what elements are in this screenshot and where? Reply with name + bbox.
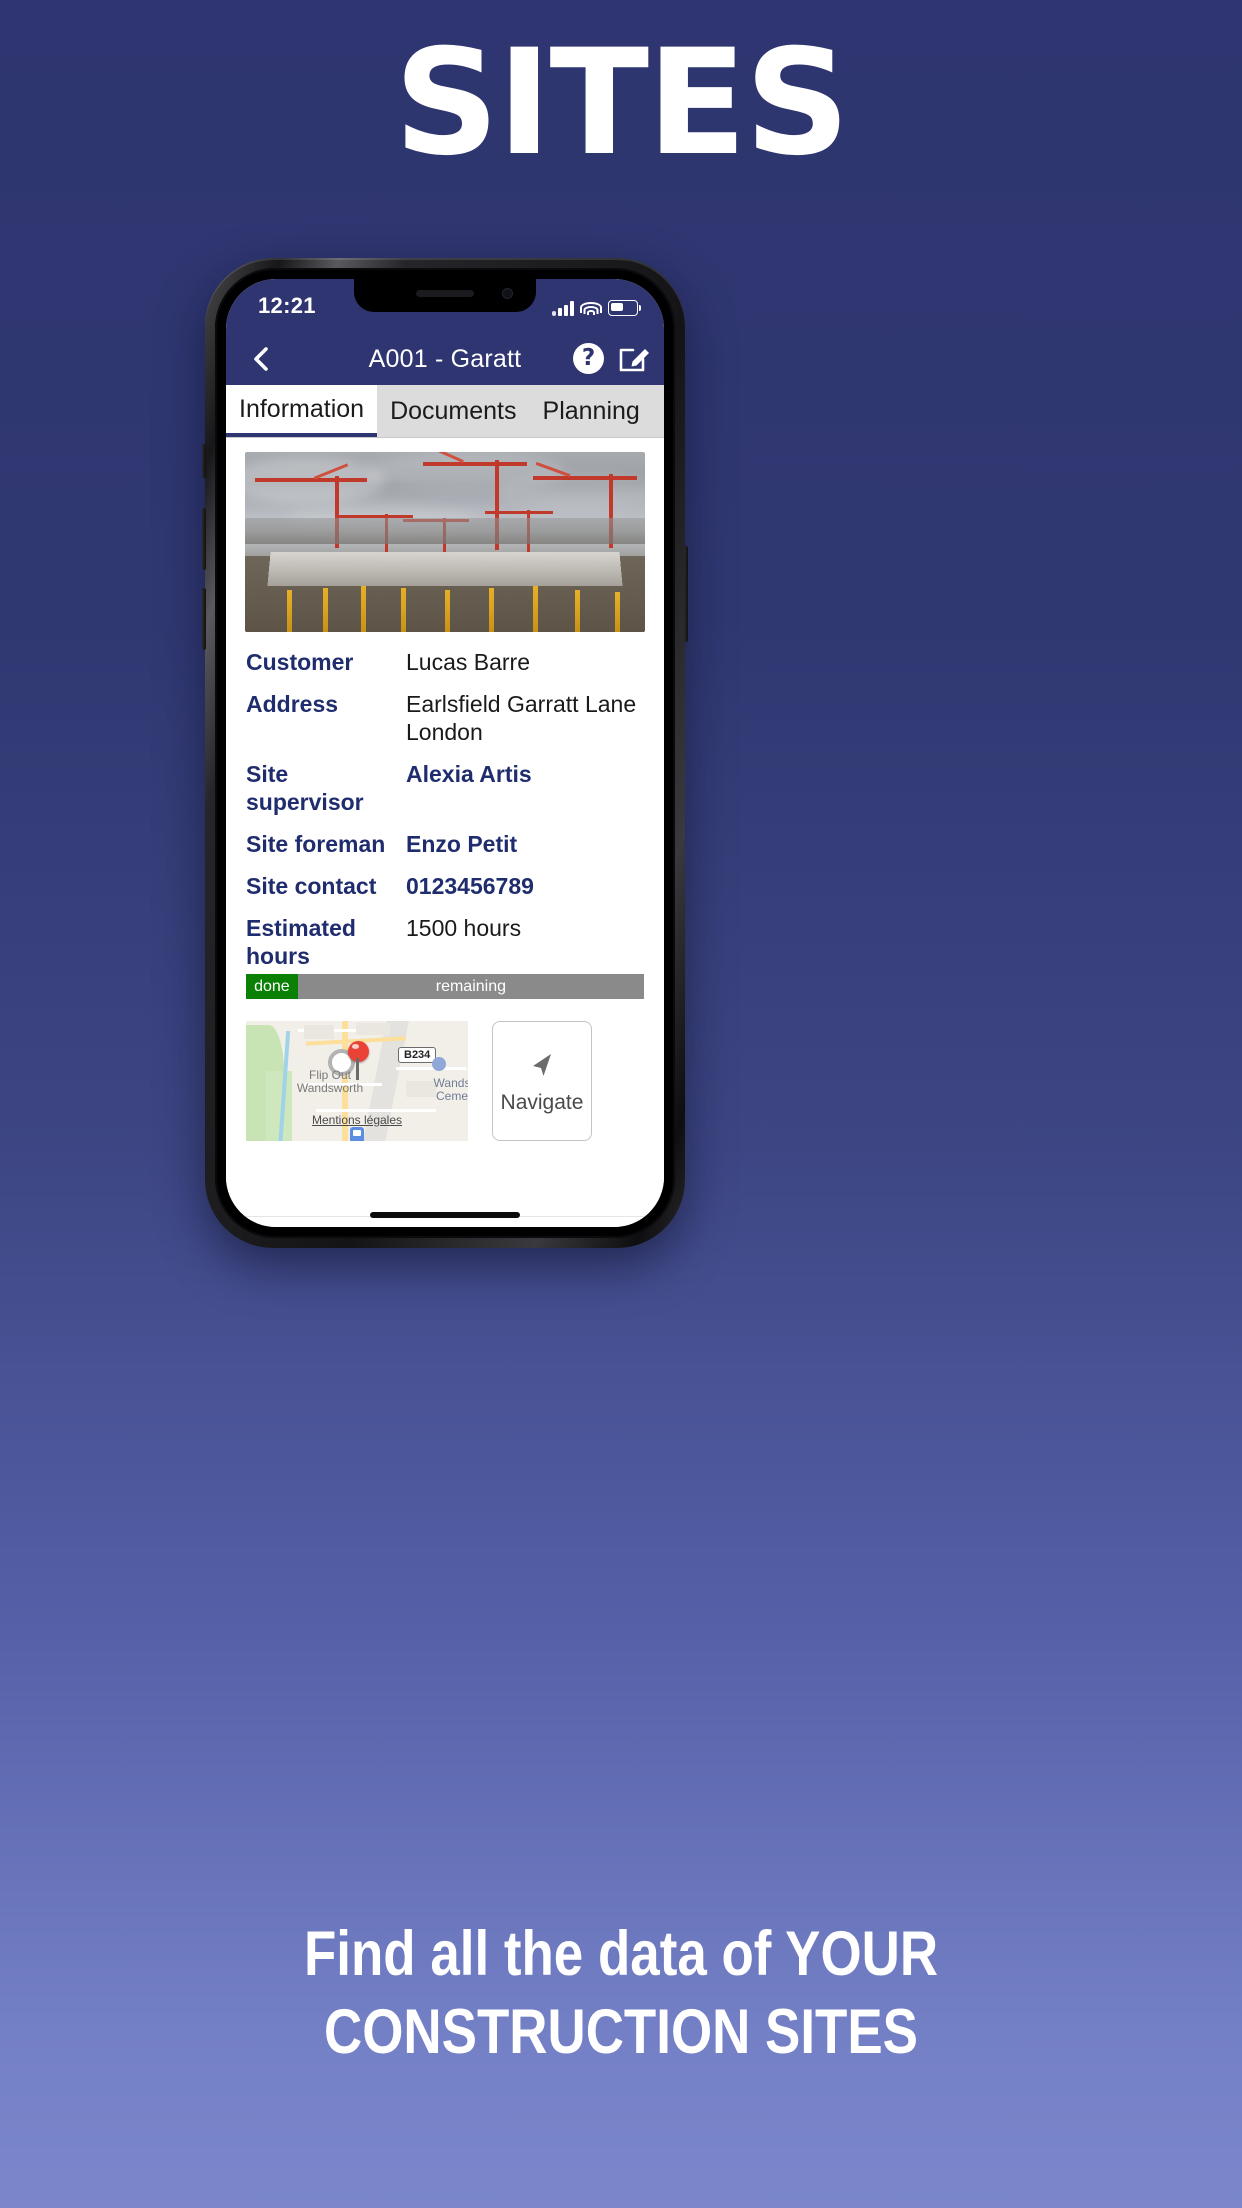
progress-remaining-segment: remaining [297, 974, 644, 999]
detail-row-site-foreman: Site foreman Enzo Petit [246, 830, 644, 858]
home-indicator[interactable] [370, 1212, 520, 1218]
marketing-caption: Find all the data of YOUR CONSTRUCTION S… [99, 1915, 1142, 2071]
hours-progress-bar: done remaining [246, 974, 644, 999]
caption-line-2: CONSTRUCTION SITES [324, 1997, 918, 2067]
detail-label: Address [246, 691, 339, 717]
edit-compose-glyph [619, 348, 649, 371]
status-bar-time: 12:21 [258, 293, 316, 318]
detail-label: Customer [246, 649, 354, 675]
road-badge: B234 [398, 1047, 437, 1063]
location-map[interactable]: Flip Out Wandsworth B234 Wands Ceme Ment… [246, 1021, 468, 1141]
caption-line-1: Find all the data of YOUR [303, 1919, 939, 1989]
tab-planning[interactable]: Planning [530, 385, 653, 437]
volume-up-button [202, 508, 206, 570]
detail-label: Estimated hours [246, 915, 356, 969]
page-title: SITES [394, 18, 850, 188]
detail-value: 1500 hours [406, 915, 522, 941]
detail-value[interactable]: Enzo Petit [406, 830, 517, 858]
wifi-icon [580, 301, 602, 316]
map-poi-label: Flip Out Wandsworth [296, 1068, 364, 1095]
attachment-actions: Photo / Video Signature [226, 1217, 664, 1227]
phone-screen: 12:21 A001 - Garatt ? Information Docume… [226, 279, 664, 1227]
phone-bezel: 12:21 A001 - Garatt ? Information Docume… [215, 268, 675, 1238]
help-question-icon[interactable]: ? [573, 343, 604, 374]
tab-tasks[interactable]: Tas [653, 385, 664, 437]
detail-label: Site contact [246, 873, 377, 899]
phone-mockup: 12:21 A001 - Garatt ? Information Docume… [202, 258, 688, 1248]
display-notch [354, 279, 536, 312]
edit-compose-icon[interactable] [618, 344, 650, 374]
map-poi2-label: Wands Ceme [433, 1076, 468, 1103]
tab-information[interactable]: Information [226, 385, 378, 437]
transit-station-icon [350, 1127, 364, 1141]
detail-row-site-supervisor: Site supervisor Alexia Artis [246, 760, 644, 816]
detail-value: Earlsfield Garratt Lane London [406, 691, 637, 745]
cellular-signal-icon [552, 301, 574, 316]
navigation-arrow-icon [533, 1054, 551, 1076]
app-nav-bar: A001 - Garatt ? [226, 333, 664, 385]
mute-switch [202, 444, 206, 478]
detail-label: Site foreman [246, 831, 386, 857]
skyline [245, 518, 645, 544]
location-section: Flip Out Wandsworth B234 Wands Ceme Ment… [226, 999, 664, 1141]
tab-bar[interactable]: Information Documents Planning Tas [226, 385, 664, 438]
navigate-button-label: Navigate [500, 1091, 584, 1114]
status-bar: 12:21 [226, 279, 664, 333]
help-glyph: ? [581, 345, 596, 371]
earpiece-speaker [416, 290, 474, 297]
detail-value[interactable]: 0123456789 [406, 872, 534, 900]
nav-actions: ? [573, 343, 650, 374]
progress-done-segment: done [246, 974, 298, 999]
tab-documents[interactable]: Documents [377, 385, 529, 437]
detail-row-site-contact: Site contact 0123456789 [246, 872, 644, 900]
power-button [684, 546, 688, 642]
site-photo-container [226, 438, 664, 632]
volume-down-button [202, 588, 206, 650]
detail-value: Lucas Barre [406, 649, 531, 675]
front-camera [503, 289, 512, 298]
map-legal-link[interactable]: Mentions légales [312, 1113, 402, 1127]
detail-list: Customer Lucas Barre Address Earlsfield … [226, 632, 664, 970]
detail-label: Site supervisor [246, 761, 364, 815]
navigate-button[interactable]: Navigate [492, 1021, 592, 1141]
map-pin-icon [348, 1041, 369, 1080]
concrete-slab [267, 552, 623, 587]
poi-blue-marker [432, 1057, 446, 1071]
information-panel: Customer Lucas Barre Address Earlsfield … [226, 438, 664, 1216]
detail-row-estimated-hours: Estimated hours 1500 hours [246, 914, 644, 970]
detail-row-customer: Customer Lucas Barre [246, 648, 644, 676]
detail-value[interactable]: Alexia Artis [406, 760, 532, 788]
detail-row-address: Address Earlsfield Garratt Lane London [246, 690, 644, 746]
construction-site-photo[interactable] [245, 452, 645, 632]
status-bar-indicators [552, 294, 641, 316]
battery-icon [608, 300, 641, 316]
